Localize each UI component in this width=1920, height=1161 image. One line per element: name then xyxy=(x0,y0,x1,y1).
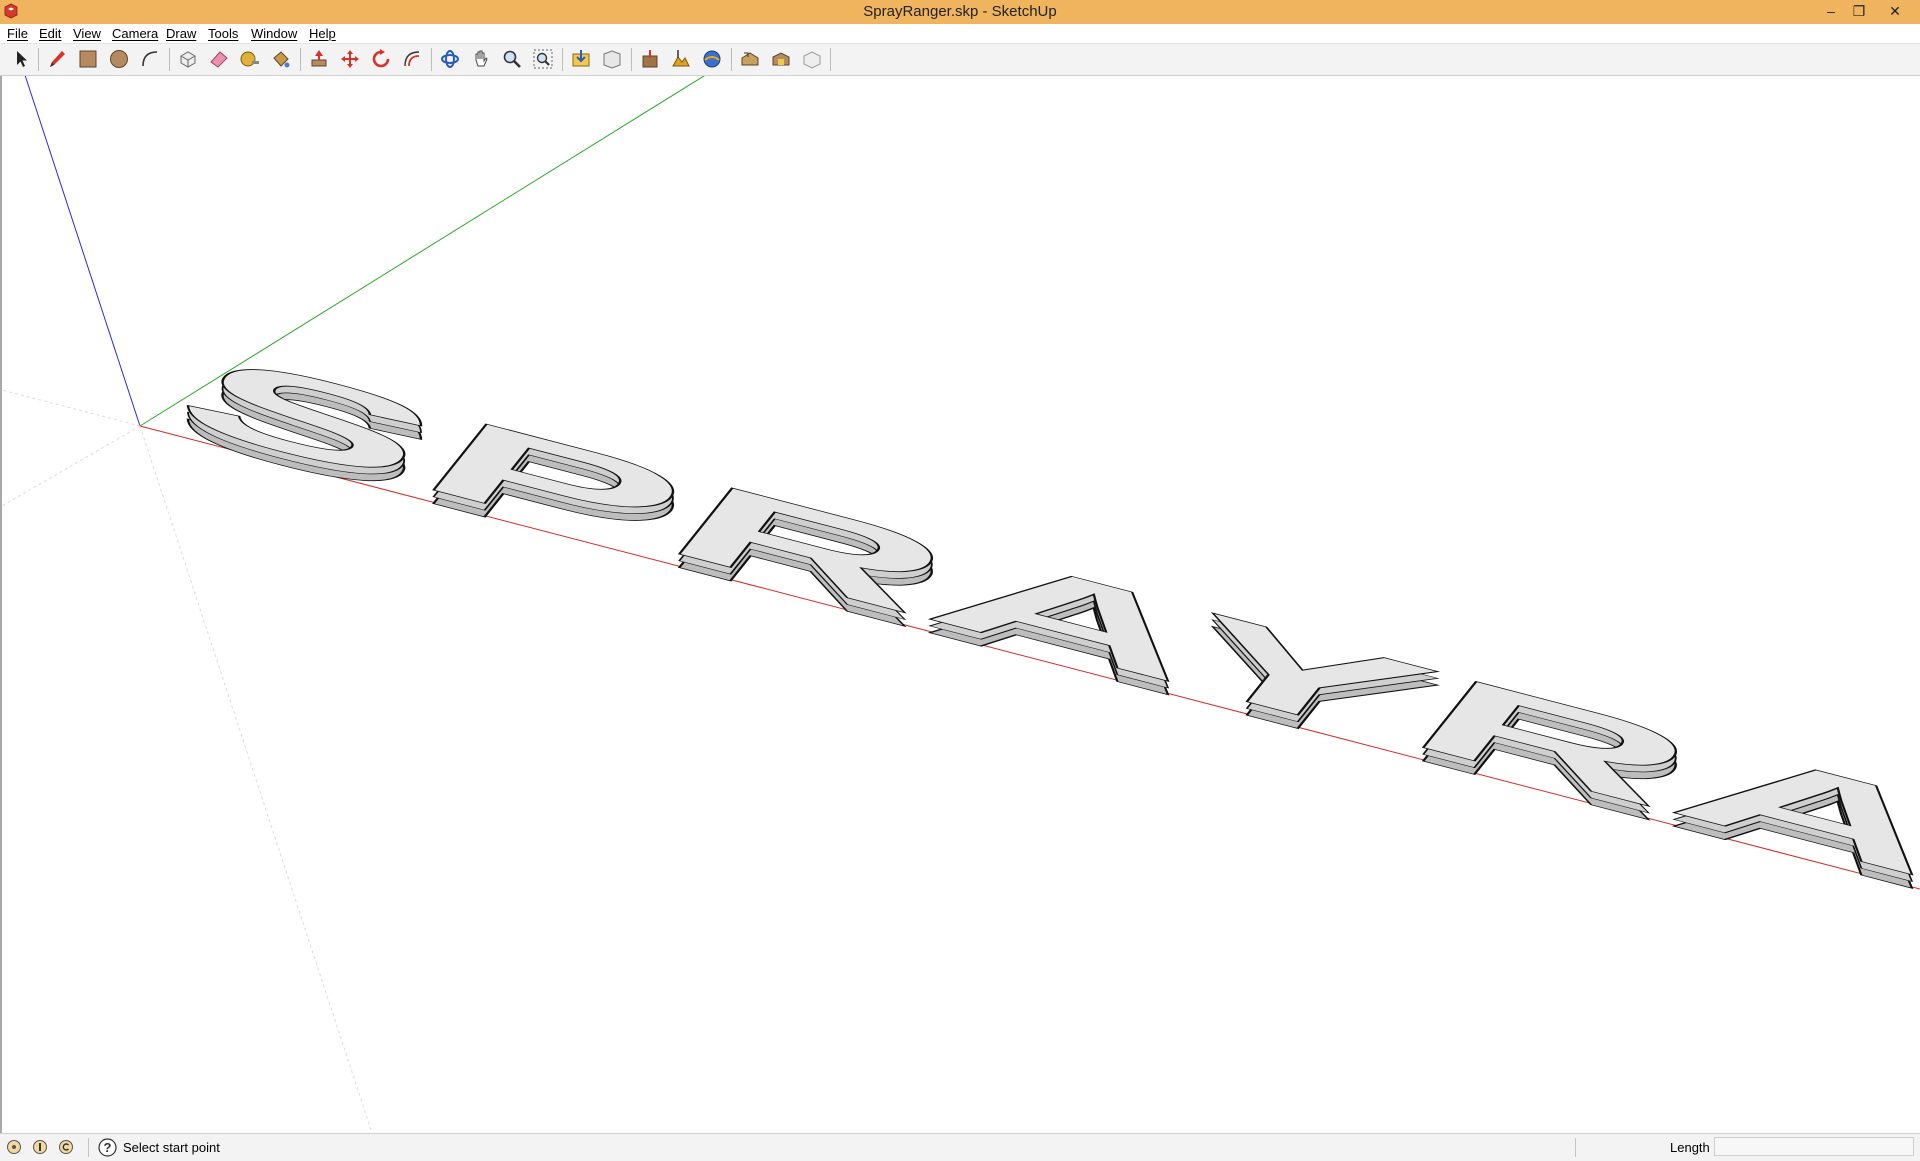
add-location-icon[interactable] xyxy=(638,47,662,71)
menu-tools[interactable]: Tools xyxy=(208,26,238,41)
extension-warehouse-icon[interactable] xyxy=(769,47,793,71)
user-account-icon[interactable] xyxy=(58,1139,74,1155)
negative-blue-axis xyxy=(139,425,373,1133)
menu-help[interactable]: Help xyxy=(309,26,336,41)
arc-icon[interactable] xyxy=(138,47,162,71)
offset-icon[interactable] xyxy=(400,47,424,71)
status-bar: ? Select start point Length xyxy=(0,1133,1920,1161)
menu-edit[interactable]: Edit xyxy=(39,26,61,41)
paint-bucket-icon[interactable] xyxy=(269,47,293,71)
toolbar xyxy=(0,44,1920,76)
menu-view[interactable]: View xyxy=(73,26,101,41)
status-hint: Select start point xyxy=(123,1140,220,1155)
blue-axis xyxy=(24,76,141,427)
share-model-icon[interactable] xyxy=(600,47,624,71)
menu-file[interactable]: File xyxy=(7,26,28,41)
restore-button[interactable]: ❐ xyxy=(1846,0,1872,22)
extruded-text-sprayranger[interactable]: SPRAYRANGER SPRAYRANGER SPRAYRANGER xyxy=(139,332,1920,1133)
move-icon[interactable] xyxy=(338,47,362,71)
pencil-icon[interactable] xyxy=(45,47,69,71)
orbit-icon[interactable] xyxy=(438,47,462,71)
measurements-input[interactable] xyxy=(1714,1137,1914,1156)
get-models-icon[interactable] xyxy=(569,47,593,71)
preview-google-earth-icon[interactable] xyxy=(700,47,724,71)
rectangle-icon[interactable] xyxy=(76,47,100,71)
eraser-icon[interactable] xyxy=(207,47,231,71)
menu-draw[interactable]: Draw xyxy=(166,26,196,41)
zoom-icon[interactable] xyxy=(500,47,524,71)
close-button[interactable]: ✕ xyxy=(1882,0,1908,22)
rotate-icon[interactable] xyxy=(369,47,393,71)
credits-icon[interactable] xyxy=(32,1139,48,1155)
minimize-button[interactable]: – xyxy=(1818,0,1844,22)
circle-icon[interactable] xyxy=(107,47,131,71)
pan-icon[interactable] xyxy=(469,47,493,71)
layout-icon[interactable] xyxy=(800,47,824,71)
menu-window[interactable]: Window xyxy=(251,26,297,41)
push-pull-icon[interactable] xyxy=(307,47,331,71)
menu-bar: File Edit View Camera Draw Tools Window … xyxy=(0,24,1920,44)
zoom-extents-icon[interactable] xyxy=(531,47,555,71)
window-title: SprayRanger.skp - SketchUp xyxy=(863,3,1057,20)
get-photo-texture-icon[interactable] xyxy=(738,47,762,71)
toggle-terrain-icon[interactable] xyxy=(669,47,693,71)
geo-location-icon[interactable] xyxy=(6,1139,22,1155)
measurements-label: Length xyxy=(1670,1140,1710,1155)
make-component-icon[interactable] xyxy=(176,47,200,71)
title-bar: SprayRanger.skp - SketchUp – ❐ ✕ xyxy=(0,0,1920,24)
menu-camera[interactable]: Camera xyxy=(112,26,158,41)
text-top-face: SPRAYRANGER xyxy=(148,333,1920,1133)
negative-red-axis xyxy=(2,389,141,427)
svg-text:?: ? xyxy=(104,1140,112,1155)
help-icon[interactable]: ? xyxy=(98,1138,117,1157)
model-scene: SPRAYRANGER SPRAYRANGER SPRAYRANGER xyxy=(2,76,1920,1133)
negative-green-axis xyxy=(2,425,141,507)
tape-measure-icon[interactable] xyxy=(238,47,262,71)
modeling-viewport[interactable]: SPRAYRANGER SPRAYRANGER SPRAYRANGER xyxy=(0,76,1920,1133)
select-icon[interactable] xyxy=(9,47,33,71)
